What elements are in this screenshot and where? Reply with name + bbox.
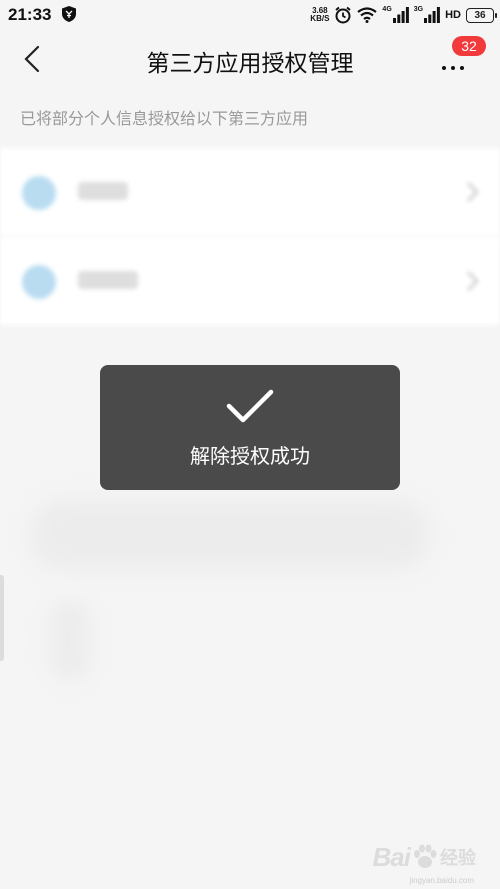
network-type-1: 4G (382, 5, 392, 13)
toast-message: 解除授权成功 (190, 444, 310, 468)
chevron-right-icon (467, 271, 479, 291)
blurred-background (30, 500, 430, 570)
page-title: 第三方应用授权管理 (146, 51, 354, 77)
signal-icon (424, 7, 441, 23)
watermark-suffix: 经验 (440, 848, 476, 869)
signal-icon (392, 7, 409, 23)
list-item[interactable] (0, 237, 500, 325)
watermark-url: jingyan.baidu.com (409, 876, 474, 885)
network-speed: 3.68 KB/S (310, 6, 330, 23)
wifi-icon (357, 7, 378, 23)
app-name-placeholder (78, 182, 128, 200)
status-time: 21:33 (8, 5, 52, 24)
alarm-icon (335, 6, 352, 24)
app-icon (22, 265, 56, 299)
paw-icon (414, 844, 437, 868)
hd-indicator: HD (445, 9, 461, 21)
authorized-app-list (0, 148, 500, 325)
app-icon (22, 176, 56, 210)
list-item[interactable] (0, 148, 500, 236)
status-bar: 21:33 3.68 KB/S 4G 3G HD 36 (0, 0, 500, 30)
battery-indicator: 36 (466, 7, 497, 23)
status-indicators: 3.68 KB/S 4G 3G HD 36 (310, 3, 497, 27)
check-icon (226, 389, 274, 423)
more-icon (442, 66, 464, 70)
network-type-2: 3G (413, 5, 424, 13)
page-subtitle: 已将部分个人信息授权给以下第三方应用 (20, 109, 309, 128)
side-handle[interactable] (0, 575, 4, 661)
success-toast: 解除授权成功 (100, 365, 400, 490)
notification-badge: 32 (452, 36, 486, 56)
app-name-placeholder (78, 271, 138, 289)
baidu-watermark: Bai 经验 (373, 835, 476, 879)
chevron-right-icon (467, 182, 479, 202)
nav-bar: 第三方应用授权管理 (0, 30, 500, 88)
watermark-brand: Bai (372, 841, 411, 872)
blurred-background (50, 600, 90, 680)
shield-icon (62, 6, 76, 22)
